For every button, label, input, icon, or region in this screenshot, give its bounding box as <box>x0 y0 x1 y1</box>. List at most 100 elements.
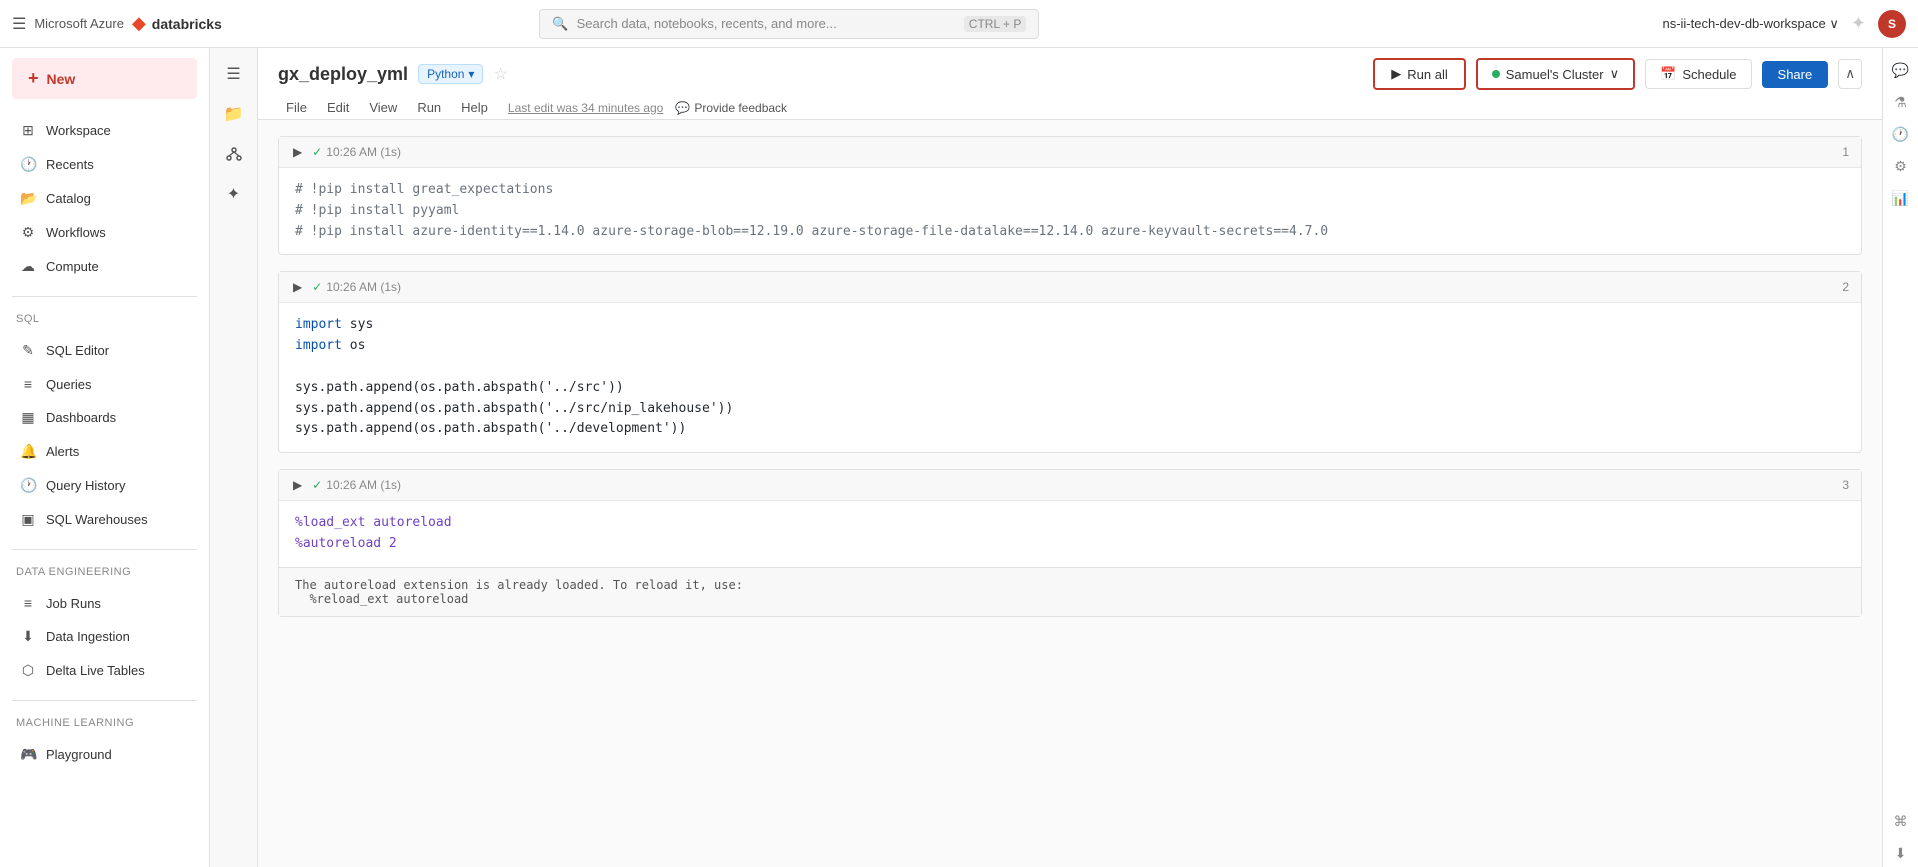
azure-text: Microsoft Azure <box>34 16 124 31</box>
menu-file[interactable]: File <box>278 96 315 119</box>
sidebar-item-label: Workspace <box>46 123 111 138</box>
ml-nav: 🎮 Playground <box>0 733 209 776</box>
last-edit[interactable]: Last edit was 34 minutes ago <box>508 101 663 115</box>
databricks-logo: ◆ databricks <box>132 13 222 34</box>
cell-2-status: ✓ 10:26 AM (1s) <box>312 280 401 294</box>
code-line: sys.path.append(os.path.abspath('../deve… <box>295 421 686 436</box>
recents-icon: 🕐 <box>20 156 36 173</box>
feedback-icon: 💬 <box>675 101 690 115</box>
topbar-right: ns-ii-tech-dev-db-workspace ∨ ✦ S <box>1662 10 1906 38</box>
sidebar-item-sql-warehouses[interactable]: ▣ SQL Warehouses <box>4 503 205 536</box>
share-button[interactable]: Share <box>1762 61 1829 88</box>
sidebar-item-recents[interactable]: 🕐 Recents <box>4 148 205 181</box>
sidebar-item-queries[interactable]: ≡ Queries <box>4 368 205 400</box>
keyboard-icon[interactable]: ⌘ <box>1887 807 1915 835</box>
code-line: %load_ext autoreload <box>295 515 452 530</box>
notebook-area: gx_deploy_yml Python ▾ ☆ ▶ Run all Samue… <box>258 48 1882 867</box>
sidebar-item-label: Dashboards <box>46 410 116 425</box>
hamburger-icon[interactable]: ☰ <box>12 14 26 34</box>
run-all-icon: ▶ <box>1391 66 1401 82</box>
sidebar-item-label: Catalog <box>46 191 91 206</box>
menu-edit[interactable]: Edit <box>319 96 357 119</box>
sidebar-item-label: SQL Warehouses <box>46 512 148 527</box>
cluster-chevron: ∨ <box>1610 66 1620 82</box>
sidebar-item-label: Data Ingestion <box>46 629 130 644</box>
cell-3-run-button[interactable]: ▶ <box>291 476 304 494</box>
cell-2-body[interactable]: import sys import os sys.path.append(os.… <box>279 303 1861 452</box>
cell-3-time: 10:26 AM (1s) <box>326 478 401 492</box>
cell-1: ▶ ✓ 10:26 AM (1s) 1 # !pip install great… <box>278 136 1862 255</box>
language-chevron: ▾ <box>468 67 474 81</box>
star-icon[interactable]: ☆ <box>493 64 507 84</box>
code-line: sys.path.append(os.path.abspath('../src/… <box>295 401 733 416</box>
cell-1-header: ▶ ✓ 10:26 AM (1s) 1 <box>279 137 1861 168</box>
new-button[interactable]: + New <box>12 58 197 99</box>
spark-icon[interactable]: ✦ <box>1851 13 1866 34</box>
cluster-name: Samuel's Cluster <box>1506 67 1604 82</box>
schedule-button[interactable]: 📅 Schedule <box>1645 59 1751 89</box>
icon-sidebar-folder[interactable]: 📁 <box>216 96 252 132</box>
sidebar-item-label: SQL Editor <box>46 343 109 358</box>
sidebar-item-sql-editor[interactable]: ✎ SQL Editor <box>4 334 205 367</box>
playground-icon: 🎮 <box>20 746 36 763</box>
cells-area: ▶ ✓ 10:26 AM (1s) 1 # !pip install great… <box>258 120 1882 867</box>
sidebar-item-label: Playground <box>46 747 112 762</box>
sidebar-item-delta-live[interactable]: ⬡ Delta Live Tables <box>4 654 205 687</box>
compute-icon: ☁ <box>20 258 36 275</box>
sidebar-item-workspace[interactable]: ⊞ Workspace <box>4 114 205 147</box>
cluster-button[interactable]: Samuel's Cluster ∨ <box>1476 58 1635 90</box>
sidebar-item-workflows[interactable]: ⚙ Workflows <box>4 216 205 249</box>
feedback-label: Provide feedback <box>694 101 787 115</box>
search-icon: 🔍 <box>552 16 568 32</box>
cell-1-body[interactable]: # !pip install great_expectations # !pip… <box>279 168 1861 254</box>
experiment-icon[interactable]: ⚗ <box>1887 88 1915 116</box>
cell-1-run-button[interactable]: ▶ <box>291 143 304 161</box>
feedback-button[interactable]: 💬 Provide feedback <box>675 101 787 115</box>
code-line: # !pip install azure-identity==1.14.0 az… <box>295 224 1328 239</box>
cell-2-run-button[interactable]: ▶ <box>291 278 304 296</box>
icon-sidebar-ai[interactable]: ✦ <box>216 176 252 212</box>
sidebar-item-data-ingestion[interactable]: ⬇ Data Ingestion <box>4 620 205 653</box>
chart-icon[interactable]: 📊 <box>1887 184 1915 212</box>
sidebar-item-alerts[interactable]: 🔔 Alerts <box>4 435 205 468</box>
cell-3: ▶ ✓ 10:26 AM (1s) 3 %load_ext autoreload… <box>278 469 1862 617</box>
cell-3-output: The autoreload extension is already load… <box>279 567 1861 616</box>
sidebar-item-playground[interactable]: 🎮 Playground <box>4 738 205 771</box>
delta-live-icon: ⬡ <box>20 662 36 679</box>
notebook-title-row: gx_deploy_yml Python ▾ ☆ ▶ Run all Samue… <box>278 58 1862 90</box>
databricks-text: databricks <box>152 16 222 32</box>
job-runs-icon: ≡ <box>20 595 36 611</box>
icon-sidebar-cluster[interactable] <box>216 136 252 172</box>
cell-3-body[interactable]: %load_ext autoreload %autoreload 2 <box>279 501 1861 567</box>
menu-run[interactable]: Run <box>409 96 449 119</box>
cell-2-header: ▶ ✓ 10:26 AM (1s) 2 <box>279 272 1861 303</box>
search-bar[interactable]: 🔍 Search data, notebooks, recents, and m… <box>539 9 1039 39</box>
sidebar-item-dashboards[interactable]: ▦ Dashboards <box>4 401 205 434</box>
avatar[interactable]: S <box>1878 10 1906 38</box>
run-all-button[interactable]: ▶ Run all <box>1373 58 1465 90</box>
history-icon[interactable]: 🕐 <box>1887 120 1915 148</box>
comments-icon[interactable]: 💬 <box>1887 56 1915 84</box>
icon-sidebar-menu[interactable]: ☰ <box>216 56 252 92</box>
cell-3-status: ✓ 10:26 AM (1s) <box>312 478 401 492</box>
menu-help[interactable]: Help <box>453 96 496 119</box>
sidebar-item-compute[interactable]: ☁ Compute <box>4 250 205 283</box>
sidebar-item-job-runs[interactable]: ≡ Job Runs <box>4 587 205 619</box>
sidebar-item-label: Queries <box>46 377 92 392</box>
cell-2-status-icon: ✓ <box>312 280 322 294</box>
settings-icon[interactable]: ⚙ <box>1887 152 1915 180</box>
nav-divider-de <box>12 549 197 550</box>
collapse-button[interactable]: ∧ <box>1838 59 1862 89</box>
menu-view[interactable]: View <box>361 96 405 119</box>
query-history-icon: 🕐 <box>20 477 36 494</box>
sidebar-item-query-history[interactable]: 🕐 Query History <box>4 469 205 502</box>
language-selector[interactable]: Python ▾ <box>418 64 483 84</box>
nav-divider-sql <box>12 296 197 297</box>
workspace-name[interactable]: ns-ii-tech-dev-db-workspace ∨ <box>1662 16 1838 32</box>
catalog-icon: 📂 <box>20 190 36 207</box>
sql-nav: ✎ SQL Editor ≡ Queries ▦ Dashboards 🔔 Al… <box>0 329 209 541</box>
collapse-down-icon[interactable]: ⬇ <box>1887 839 1915 867</box>
sidebar-item-catalog[interactable]: 📂 Catalog <box>4 182 205 215</box>
sql-editor-icon: ✎ <box>20 342 36 359</box>
sql-warehouses-icon: ▣ <box>20 511 36 528</box>
